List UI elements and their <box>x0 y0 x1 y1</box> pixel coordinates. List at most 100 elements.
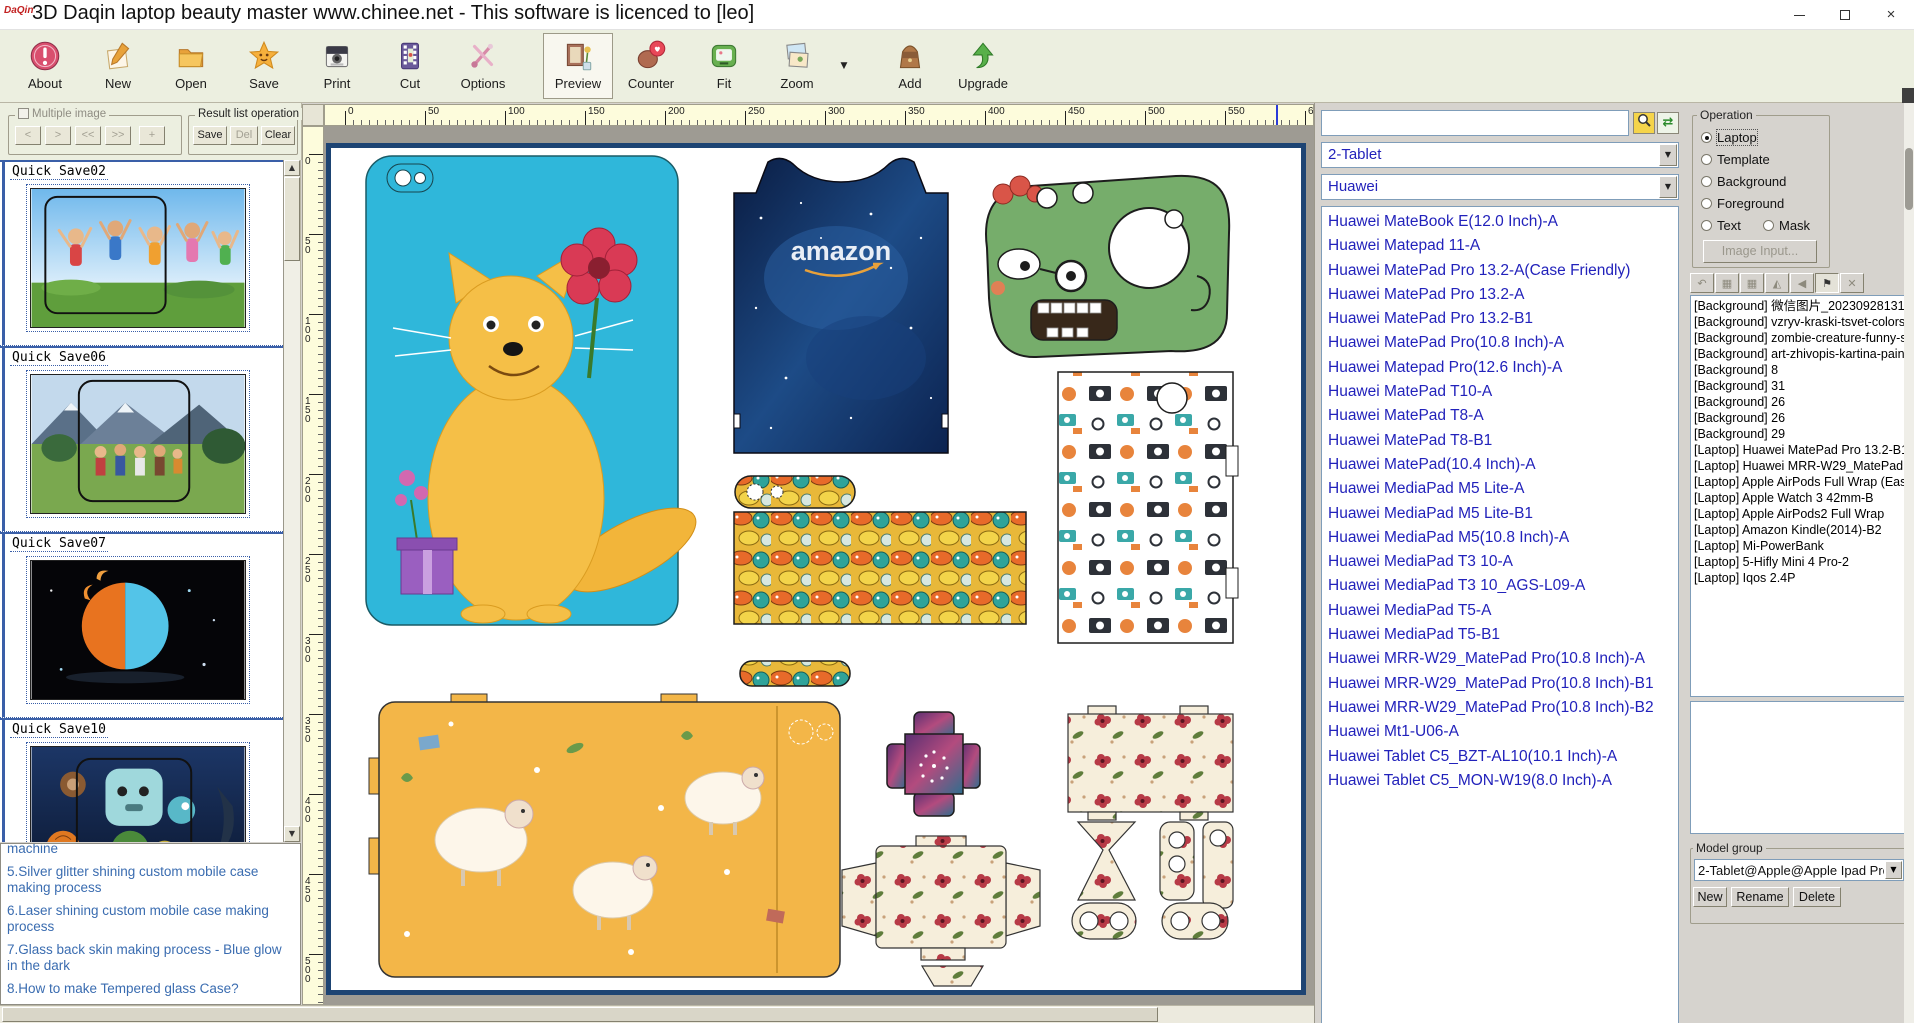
zoom-dropdown-arrow[interactable]: ▼ <box>835 33 853 99</box>
quick-save-item[interactable]: Quick Save02 <box>0 160 283 346</box>
article-item[interactable]: 8.How to make Tempered glass Case? <box>7 981 294 997</box>
options-button[interactable]: Options <box>448 33 518 99</box>
radio-mask[interactable]: Mask <box>1763 218 1810 234</box>
device-list-item[interactable]: Huawei Matepad 11-A <box>1322 234 1678 258</box>
layer-list-item[interactable]: [Background] 8 <box>1691 362 1906 378</box>
device-list-item[interactable]: Huawei MatePad T10-A <box>1322 380 1678 404</box>
preview-button[interactable]: Preview <box>543 33 613 99</box>
result-save-button[interactable]: Save <box>193 126 227 145</box>
scrollbar-thumb[interactable] <box>1905 148 1913 210</box>
chevron-down-icon[interactable]: ▼ <box>1659 144 1677 166</box>
design-page[interactable]: amazon <box>326 143 1306 995</box>
device-list-item[interactable]: Huawei MateBook E(12.0 Inch)-A <box>1322 210 1678 234</box>
device-list-item[interactable]: Huawei MatePad Pro 13.2-A(Case Friendly) <box>1322 259 1678 283</box>
model-group-dropdown[interactable]: 2-Tablet@Apple@Apple Ipad Pro 13 ▼ <box>1694 859 1904 881</box>
device-list-item[interactable]: Huawei MediaPad T3 10-A <box>1322 550 1678 574</box>
layer-list-item[interactable]: [Laptop] Mi-PowerBank <box>1691 538 1906 554</box>
device-list-item[interactable]: Huawei MatePad T8-B1 <box>1322 429 1678 453</box>
scrollbar-thumb[interactable] <box>2 1007 1158 1022</box>
model-new-button[interactable]: New <box>1693 887 1727 907</box>
article-item[interactable]: machine <box>7 843 294 857</box>
device-list-item[interactable]: Huawei MediaPad M5 Lite-B1 <box>1322 502 1678 526</box>
article-item[interactable]: 6.Laser shining custom mobile case makin… <box>7 903 294 935</box>
layer-list-item[interactable]: [Laptop] Huawei MRR-W29_MatePad P <box>1691 458 1906 474</box>
quick-save-item[interactable]: Quick Save07 <box>0 532 283 718</box>
device-list-item[interactable]: Huawei MatePad(10.4 Inch)-A <box>1322 453 1678 477</box>
first-image-button[interactable]: << <box>75 126 101 145</box>
panel-corner-button[interactable] <box>1902 88 1914 103</box>
window-scrollbar[interactable] <box>1904 103 1914 1023</box>
device-list-item[interactable]: Huawei Tablet C5_MON-W19(8.0 Inch)-A <box>1322 769 1678 793</box>
model-delete-button[interactable]: Delete <box>1793 887 1841 907</box>
radio-foreground[interactable]: Foreground <box>1701 196 1784 212</box>
device-list-item[interactable]: Huawei MediaPad T5-B1 <box>1322 623 1678 647</box>
radio-text[interactable]: Text <box>1701 218 1741 234</box>
scroll-down-icon[interactable]: ▼ <box>284 826 300 842</box>
radio-laptop[interactable]: Laptop <box>1701 130 1757 146</box>
counter-button[interactable]: Counter <box>616 33 686 99</box>
model-rename-button[interactable]: Rename <box>1731 887 1789 907</box>
radio-template[interactable]: Template <box>1701 152 1770 168</box>
undo-button[interactable]: ↶ <box>1690 273 1714 293</box>
device-list-item[interactable]: Huawei MediaPad M5 Lite-A <box>1322 477 1678 501</box>
device-list-item[interactable]: Huawei MatePad Pro 13.2-B1 <box>1322 307 1678 331</box>
radio-background[interactable]: Background <box>1701 174 1786 190</box>
quick-save-item[interactable]: Quick Save10 <box>0 718 283 842</box>
article-item[interactable]: 5.Silver glitter shining custom mobile c… <box>7 864 294 896</box>
layer-list-item[interactable]: [Laptop] Amazon Kindle(2014)-B2 <box>1691 522 1906 538</box>
layer-list-item[interactable]: [Laptop] Iqos 2.4P <box>1691 570 1906 586</box>
quick-save-item[interactable]: Quick Save06 <box>0 346 283 532</box>
secondary-list[interactable] <box>1690 701 1907 834</box>
device-list-item[interactable]: Huawei MatePad Pro 13.2-A <box>1322 283 1678 307</box>
pin-button[interactable]: ⚑ <box>1815 273 1839 293</box>
image-input-button[interactable]: Image Input... <box>1703 240 1817 263</box>
layer-list-item[interactable]: [Background] vzryv-kraski-tsvet-colors-c <box>1691 314 1906 330</box>
layer-list-item[interactable]: [Background] zombie-creature-funny-sir <box>1691 330 1906 346</box>
add-image-button[interactable]: + <box>139 126 165 145</box>
device-list-item[interactable]: Huawei MatePad T8-A <box>1322 404 1678 428</box>
flip-vertical-button[interactable]: ◭ <box>1765 273 1789 293</box>
next-image-button[interactable]: > <box>45 126 71 145</box>
device-list-item[interactable]: Huawei MRR-W29_MatePad Pro(10.8 Inch)-B2 <box>1322 696 1678 720</box>
save-button[interactable]: Save <box>229 33 299 99</box>
canvas-viewport[interactable]: amazon <box>324 126 1314 1005</box>
layer-list-item[interactable]: [Background] 29 <box>1691 426 1906 442</box>
device-list-item[interactable]: Huawei MRR-W29_MatePad Pro(10.8 Inch)-A <box>1322 647 1678 671</box>
copy-layer-button[interactable]: ▦ <box>1715 273 1739 293</box>
refresh-button[interactable]: ⇄ <box>1657 112 1679 134</box>
last-image-button[interactable]: >> <box>105 126 131 145</box>
print-button[interactable]: Print <box>302 33 372 99</box>
maximize-button[interactable] <box>1822 0 1868 30</box>
brand-dropdown[interactable]: Huawei ▼ <box>1321 174 1679 200</box>
multiple-image-checkbox[interactable] <box>18 108 29 119</box>
device-list-item[interactable]: Huawei MediaPad M5(10.8 Inch)-A <box>1322 526 1678 550</box>
device-list-item[interactable]: Huawei MRR-W29_MatePad Pro(10.8 Inch)-B1 <box>1322 672 1678 696</box>
layer-list-item[interactable]: [Background] 31 <box>1691 378 1906 394</box>
new-button[interactable]: New <box>83 33 153 99</box>
cut-button[interactable]: Cut <box>375 33 445 99</box>
layer-list-item[interactable]: [Background] 26 <box>1691 394 1906 410</box>
layer-list-item[interactable]: [Background] 微信图片_20230928131 <box>1691 298 1906 314</box>
layer-list-item[interactable]: [Background] 26 <box>1691 410 1906 426</box>
layer-list-item[interactable]: [Laptop] Apple Watch 3 42mm-B <box>1691 490 1906 506</box>
device-list-item[interactable]: Huawei Tablet C5_BZT-AL10(10.1 Inch)-A <box>1322 745 1678 769</box>
add-button[interactable]: Add <box>875 33 945 99</box>
layer-list-item[interactable]: [Laptop] Huawei MatePad Pro 13.2-B1 <box>1691 442 1906 458</box>
result-clear-button[interactable]: Clear <box>261 126 295 145</box>
chevron-down-icon[interactable]: ▼ <box>1659 176 1677 198</box>
prev-image-button[interactable]: < <box>15 126 41 145</box>
layer-list-item[interactable]: [Laptop] 5-Hifly Mini 4 Pro-2 <box>1691 554 1906 570</box>
device-list-item[interactable]: Huawei MediaPad T5-A <box>1322 599 1678 623</box>
layer-list-item[interactable]: [Laptop] Apple AirPods Full Wrap (Easy <box>1691 474 1906 490</box>
paste-layer-button[interactable]: ▦ <box>1740 273 1764 293</box>
about-button[interactable]: About <box>10 33 80 99</box>
device-list-item[interactable]: Huawei MatePad Pro(10.8 Inch)-A <box>1322 331 1678 355</box>
minimize-button[interactable] <box>1776 0 1822 30</box>
device-list-item[interactable]: Huawei Mt1-U06-A <box>1322 720 1678 744</box>
open-button[interactable]: Open <box>156 33 226 99</box>
device-list-item[interactable]: Huawei MediaPad T3 10_AGS-L09-A <box>1322 574 1678 598</box>
chevron-down-icon[interactable]: ▼ <box>1885 861 1902 879</box>
zoom-button[interactable]: Zoom <box>762 33 832 99</box>
scrollbar-thumb[interactable] <box>284 177 300 261</box>
search-input[interactable] <box>1321 110 1629 136</box>
